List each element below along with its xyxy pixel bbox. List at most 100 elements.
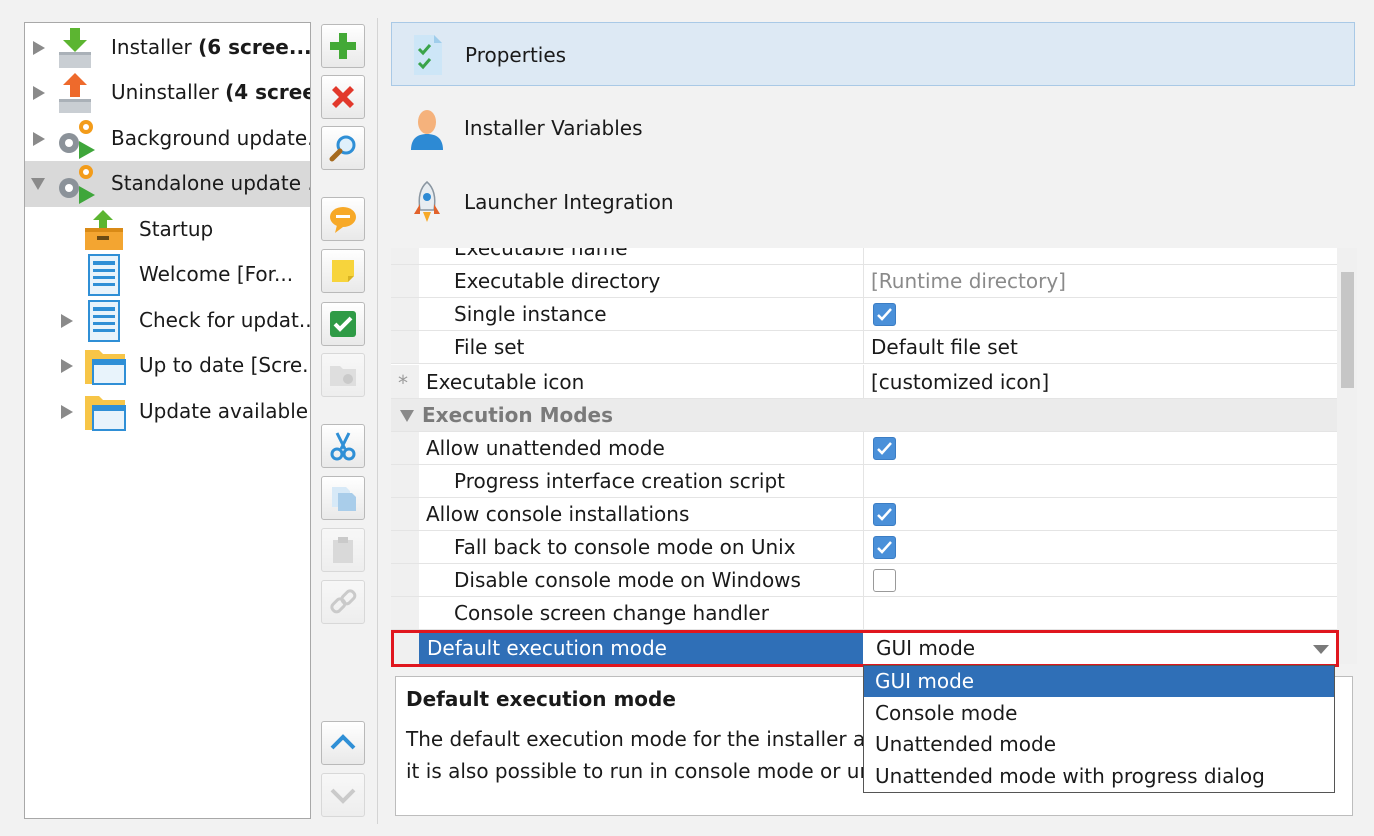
tree-item-label: Update available... xyxy=(139,399,310,423)
single-instance-checkbox[interactable] xyxy=(873,303,896,326)
expand-arrow-icon[interactable] xyxy=(33,86,45,100)
add-button[interactable] xyxy=(321,24,365,68)
nav-label: Properties xyxy=(465,43,567,67)
tree-item-startup[interactable]: Startup xyxy=(25,207,310,253)
property-value[interactable]: Default file set xyxy=(871,331,1018,363)
tree-item-welcome[interactable]: Welcome [For... xyxy=(25,252,310,298)
expand-arrow-icon[interactable] xyxy=(33,41,45,55)
move-up-button[interactable] xyxy=(321,721,365,765)
option-unattended-mode[interactable]: Unattended mode xyxy=(864,729,1334,760)
checkmark-button[interactable] xyxy=(321,302,365,346)
property-row-allow-console-installations[interactable]: Allow console installations xyxy=(391,498,1337,531)
property-row-fall-back-console-unix[interactable]: Fall back to console mode on Unix xyxy=(391,531,1337,564)
expand-arrow-icon[interactable] xyxy=(33,132,45,146)
property-name: File set xyxy=(454,335,525,359)
tree-item-label: Uninstaller xyxy=(111,80,226,104)
allow-unattended-checkbox[interactable] xyxy=(873,437,896,460)
tree-item-installer[interactable]: Installer (6 scree... xyxy=(25,25,310,71)
delete-button[interactable] xyxy=(321,75,365,119)
nav-installer-variables[interactable]: Installer Variables xyxy=(391,96,1355,160)
property-row-executable-directory[interactable]: Executable directory [Runtime directory] xyxy=(391,265,1337,298)
screen-form-icon xyxy=(83,299,127,343)
option-unattended-progress[interactable]: Unattended mode with progress dialog xyxy=(864,761,1334,792)
property-name: Disable console mode on Windows xyxy=(454,568,801,592)
property-name: Allow unattended mode xyxy=(426,436,665,460)
plus-icon xyxy=(330,33,356,59)
uninstaller-up-arrow-icon xyxy=(55,71,99,115)
property-value[interactable]: [customized icon] xyxy=(871,365,1049,398)
folder-window-icon xyxy=(83,390,127,434)
expand-arrow-icon[interactable] xyxy=(61,314,73,328)
dropdown-arrow-icon[interactable] xyxy=(1313,645,1329,654)
toolbar xyxy=(318,22,368,822)
property-value[interactable]: [Runtime directory] xyxy=(871,265,1066,297)
property-name: Fall back to console mode on Unix xyxy=(454,535,796,559)
gears-play-icon xyxy=(53,117,97,161)
rocket-icon xyxy=(405,180,449,224)
checkmark-icon xyxy=(330,311,356,337)
option-gui-mode[interactable]: GUI mode xyxy=(864,666,1334,697)
tree-item-count: (4 scree... xyxy=(225,80,310,104)
x-icon xyxy=(332,86,354,108)
disable-console-checkbox[interactable] xyxy=(873,569,896,592)
execution-mode-dropdown-list[interactable]: GUI mode Console mode Unattended mode Un… xyxy=(863,665,1335,793)
tree-item-background-update[interactable]: Background update... xyxy=(25,116,310,162)
tree-item-update-available[interactable]: Update available... xyxy=(25,389,310,435)
property-name: Executable directory xyxy=(454,269,661,293)
panel-divider[interactable] xyxy=(377,18,378,824)
property-row-executable-icon[interactable]: * Executable icon [customized icon] xyxy=(391,365,1337,399)
property-row-single-instance[interactable]: Single instance xyxy=(391,298,1337,331)
collapse-arrow-icon[interactable] xyxy=(400,410,414,422)
property-row-disable-console-windows[interactable]: Disable console mode on Windows xyxy=(391,564,1337,597)
expand-arrow-icon[interactable] xyxy=(61,359,73,373)
tree-item-check-for-updates[interactable]: Check for updat... xyxy=(25,298,310,344)
combobox-value: GUI mode xyxy=(876,636,976,660)
tree-item-uninstaller[interactable]: Uninstaller (4 scree... xyxy=(25,70,310,116)
allow-console-checkbox[interactable] xyxy=(873,503,896,526)
section-header-execution-modes[interactable]: Execution Modes xyxy=(391,399,1337,432)
comment-button[interactable] xyxy=(321,197,365,241)
property-name: Allow console installations xyxy=(426,502,690,526)
screen-tree[interactable]: Installer (6 scree... Uninstaller (4 scr… xyxy=(24,22,311,819)
link-icon xyxy=(330,589,357,614)
property-row-console-screen-change-handler[interactable]: Console screen change handler xyxy=(391,597,1337,630)
property-row-executable-name[interactable]: Executable name xyxy=(391,248,1337,265)
tree-item-label: Standalone update ... xyxy=(111,171,310,195)
property-grid[interactable]: Executable name Executable directory [Ru… xyxy=(391,248,1337,664)
expand-arrow-icon[interactable] xyxy=(61,405,73,419)
tree-item-label: Welcome [For... xyxy=(139,262,294,286)
property-row-file-set[interactable]: File set Default file set xyxy=(391,331,1337,364)
cut-button[interactable] xyxy=(321,424,365,468)
installer-down-arrow-icon xyxy=(55,26,99,70)
chevron-up-icon xyxy=(330,734,356,750)
inspect-button[interactable] xyxy=(321,126,365,170)
nav-launcher-integration[interactable]: Launcher Integration xyxy=(391,170,1355,234)
grid-scrollbar-thumb[interactable] xyxy=(1341,272,1354,388)
option-console-mode[interactable]: Console mode xyxy=(864,698,1334,729)
fall-back-console-checkbox[interactable] xyxy=(873,536,896,559)
folder-window-icon xyxy=(83,344,127,388)
tree-item-label: Background update... xyxy=(111,126,310,150)
note-button[interactable] xyxy=(321,249,365,293)
paste-button[interactable] xyxy=(321,528,365,572)
checklist-document-icon xyxy=(406,33,450,77)
collapse-arrow-icon[interactable] xyxy=(31,178,45,192)
nav-properties[interactable]: Properties xyxy=(391,22,1355,86)
tree-item-label: Startup xyxy=(139,217,214,241)
copy-button[interactable] xyxy=(321,476,365,520)
folder-button[interactable] xyxy=(321,353,365,397)
tree-item-standalone-update[interactable]: Standalone update ... xyxy=(25,161,310,207)
property-row-progress-interface-script[interactable]: Progress interface creation script xyxy=(391,465,1337,498)
speech-bubble-icon xyxy=(330,207,356,233)
property-name: Executable icon xyxy=(426,370,585,394)
move-down-button[interactable] xyxy=(321,773,365,817)
link-button[interactable] xyxy=(321,580,365,624)
chevron-down-icon xyxy=(330,788,356,804)
tree-item-up-to-date[interactable]: Up to date [Scre... xyxy=(25,343,310,389)
tree-item-count: (6 scree... xyxy=(198,35,310,59)
property-row-allow-unattended-mode[interactable]: Allow unattended mode xyxy=(391,432,1337,465)
property-row-default-execution-mode[interactable]: Default execution mode GUI mode xyxy=(391,632,1337,665)
execution-mode-combobox[interactable]: GUI mode xyxy=(864,632,1337,665)
scissors-icon xyxy=(330,432,356,461)
nav-label: Installer Variables xyxy=(464,116,643,140)
